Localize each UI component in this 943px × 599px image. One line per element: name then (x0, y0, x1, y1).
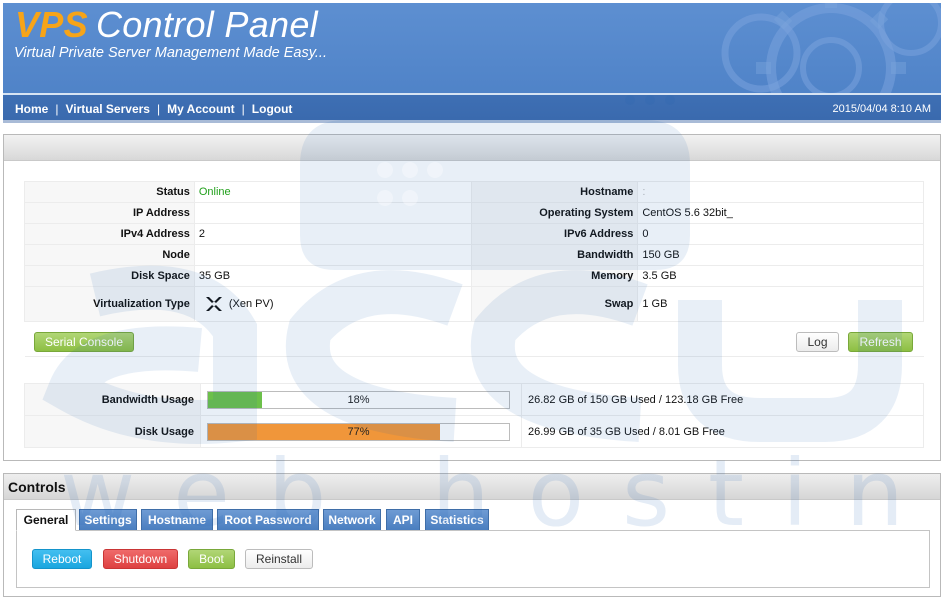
virtualization-label: Virtualization Type (24, 286, 195, 322)
brand-tagline: Virtual Private Server Management Made E… (14, 45, 327, 61)
controls-title: Controls (4, 474, 940, 500)
node-value (193, 244, 473, 266)
node-label: Node (24, 244, 195, 266)
swap-label: Swap (471, 286, 639, 322)
ip-address-label: IP Address (24, 202, 195, 224)
swap-value: 1 GB (637, 286, 924, 322)
tab-hostname[interactable]: Hostname (141, 509, 213, 531)
nav-separator: | (55, 102, 59, 116)
ip-address-value (193, 202, 473, 224)
bandwidth-usage-bar: 18% (207, 390, 510, 409)
nav-virtual-servers[interactable]: Virtual Servers (65, 102, 150, 116)
reboot-button[interactable]: Reboot (32, 549, 92, 569)
nav-separator: | (156, 102, 161, 116)
brand-vps: VPS (15, 4, 88, 45)
bandwidth-usage-label: Bandwidth Usage (24, 383, 201, 416)
nav-bar: Home | Virtual Servers | My Account | Logout 2… (3, 93, 941, 123)
disk-usage-bar: 77% (207, 422, 510, 441)
os-value: CentOS 5.6 32bit_ (637, 202, 924, 224)
tab-statistics[interactable]: Statistics (425, 509, 489, 531)
tab-general[interactable]: General (16, 509, 76, 531)
server-info-table: Status Online Hostname : IP Address Oper… (24, 181, 924, 357)
bandwidth-usage-detail: 26.82 GB of 150 GB Used / 123.18 GB Free (521, 383, 924, 416)
log-button[interactable]: Log (796, 332, 839, 352)
ipv6-label: IPv6 Address (471, 223, 639, 245)
main-nav: Home | Virtual Servers | My Account | Logout (15, 102, 292, 116)
tab-settings[interactable]: Settings (79, 509, 137, 531)
nav-separator: | (241, 102, 245, 116)
table-row: Node Bandwidth 150 GB (24, 244, 924, 266)
nav-home[interactable]: Home (15, 102, 48, 116)
status-label: Status (24, 181, 195, 203)
current-datetime: 2015/04/04 8:10 AM (832, 103, 931, 115)
ipv4-label: IPv4 Address (24, 223, 195, 245)
controls-panel: Controls General Settings Hostname Root … (3, 473, 941, 597)
server-info-panel: Status Online Hostname : IP Address Oper… (3, 134, 941, 461)
table-row: Bandwidth Usage 18% 26.82 GB of 150 GB U… (24, 383, 924, 416)
header-banner: VPS Control Panel Virtual Private Server … (3, 3, 941, 123)
ipv4-value: 2 (193, 223, 473, 245)
table-row: IP Address Operating System CentOS 5.6 3… (24, 202, 924, 224)
xen-logo-icon (205, 297, 222, 311)
virtualization-value: (Xen PV) (228, 297, 274, 310)
table-row: IPv4 Address 2 IPv6 Address 0 (24, 223, 924, 245)
virtualization-value-cell: (Xen PV) (193, 286, 473, 322)
disk-usage-bar-cell: 77% (200, 415, 522, 448)
tab-api[interactable]: API (386, 509, 420, 531)
table-row (24, 321, 924, 357)
serial-console-button[interactable]: Serial Console (34, 332, 134, 352)
refresh-button[interactable]: Refresh (848, 332, 913, 352)
hostname-label: Hostname (471, 181, 639, 203)
actions-row (24, 321, 924, 357)
nav-logout[interactable]: Logout (252, 102, 293, 116)
memory-value: 3.5 GB (637, 265, 924, 287)
bandwidth-label: Bandwidth (471, 244, 639, 266)
table-row: Disk Space 35 GB Memory 3.5 GB (24, 265, 924, 287)
disk-usage-detail: 26.99 GB of 35 GB Used / 8.01 GB Free (521, 415, 924, 448)
ipv6-value: 0 (637, 223, 924, 245)
table-row: Virtualization Type (Xen PV) Swap 1 GB (24, 286, 924, 322)
tab-root-password[interactable]: Root Password (217, 509, 319, 531)
status-value: Online (193, 181, 473, 203)
tab-network[interactable]: Network (323, 509, 381, 531)
os-label: Operating System (471, 202, 639, 224)
bandwidth-usage-percent: 18% (347, 393, 370, 406)
disk-usage-label: Disk Usage (24, 415, 201, 448)
disk-space-value: 35 GB (193, 265, 473, 287)
table-row: Disk Usage 77% 26.99 GB of 35 GB Used / … (24, 415, 924, 448)
bandwidth-usage-bar-cell: 18% (200, 383, 522, 416)
reinstall-button[interactable]: Reinstall (245, 549, 313, 569)
brand-title: VPS Control Panel (15, 4, 318, 46)
memory-label: Memory (471, 265, 639, 287)
nav-my-account[interactable]: My Account (167, 102, 235, 116)
hostname-value: : (637, 181, 924, 203)
usage-table: Bandwidth Usage 18% 26.82 GB of 150 GB U… (24, 383, 924, 448)
table-row: Status Online Hostname : (24, 181, 924, 203)
disk-space-label: Disk Space (24, 265, 195, 287)
shutdown-button[interactable]: Shutdown (103, 549, 178, 569)
boot-button[interactable]: Boot (188, 549, 235, 569)
disk-usage-percent: 77% (347, 425, 370, 438)
brand-control-panel: Control Panel (95, 4, 318, 45)
bandwidth-value: 150 GB (637, 244, 924, 266)
server-info-titlebar (4, 135, 940, 161)
